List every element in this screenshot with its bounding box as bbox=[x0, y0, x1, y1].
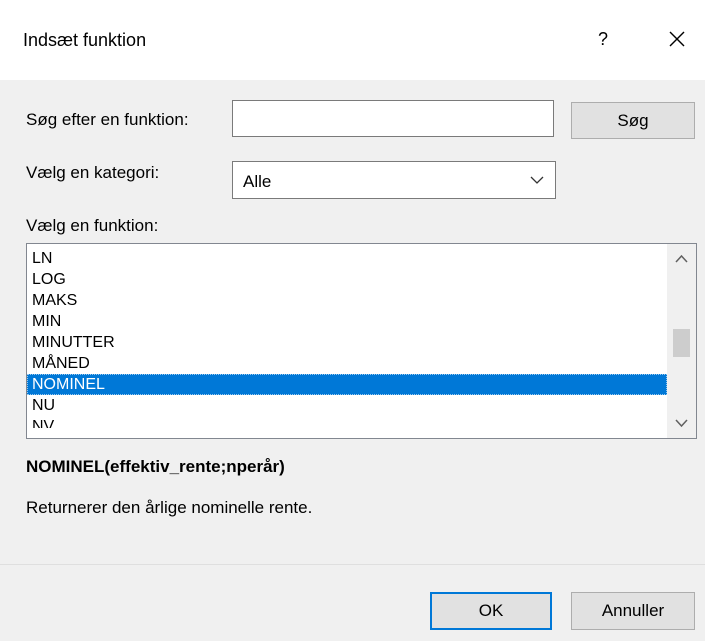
chevron-up-icon bbox=[675, 254, 688, 263]
function-list-label: Vælg en funktion: bbox=[26, 216, 159, 235]
title-bar: Indsæt funktion ? bbox=[0, 0, 705, 80]
function-syntax: NOMINEL(effektiv_rente;nperår) bbox=[26, 457, 285, 476]
scroll-thumb[interactable] bbox=[673, 329, 690, 357]
function-listbox[interactable]: LN LOG MAKS MIN MINUTTER MÅNED NOMINEL N… bbox=[26, 243, 697, 439]
list-item[interactable]: NU bbox=[27, 395, 667, 416]
scroll-up-button[interactable] bbox=[667, 244, 696, 274]
footer-divider bbox=[0, 564, 705, 565]
list-item[interactable]: LN bbox=[27, 248, 667, 269]
list-item[interactable]: LOG bbox=[27, 269, 667, 290]
close-button[interactable] bbox=[660, 22, 694, 56]
category-select[interactable]: Alle bbox=[232, 161, 556, 199]
chevron-down-icon bbox=[530, 176, 544, 184]
scroll-down-button[interactable] bbox=[667, 408, 696, 438]
search-input[interactable] bbox=[232, 100, 554, 137]
list-item[interactable]: MIN bbox=[27, 311, 667, 332]
category-selected-value: Alle bbox=[243, 172, 272, 191]
function-list-items: LN LOG MAKS MIN MINUTTER MÅNED NOMINEL N… bbox=[27, 248, 667, 428]
category-label: Vælg en kategori: bbox=[26, 163, 160, 182]
cancel-button[interactable]: Annuller bbox=[571, 592, 695, 630]
search-label: Søg efter en funktion: bbox=[26, 110, 189, 129]
list-item[interactable]: MÅNED bbox=[27, 353, 667, 374]
list-item[interactable]: NV bbox=[27, 416, 667, 428]
list-item[interactable]: MAKS bbox=[27, 290, 667, 311]
list-item[interactable]: MINUTTER bbox=[27, 332, 667, 353]
list-scrollbar[interactable] bbox=[667, 244, 696, 438]
list-item-selected[interactable]: NOMINEL bbox=[27, 374, 667, 395]
ok-button[interactable]: OK bbox=[430, 592, 552, 630]
dialog-title: Indsæt funktion bbox=[23, 30, 147, 50]
chevron-down-icon bbox=[675, 419, 688, 428]
search-button[interactable]: Søg bbox=[571, 102, 695, 139]
function-description: Returnerer den årlige nominelle rente. bbox=[26, 498, 313, 517]
help-button[interactable]: ? bbox=[588, 24, 618, 54]
close-icon bbox=[669, 31, 685, 47]
